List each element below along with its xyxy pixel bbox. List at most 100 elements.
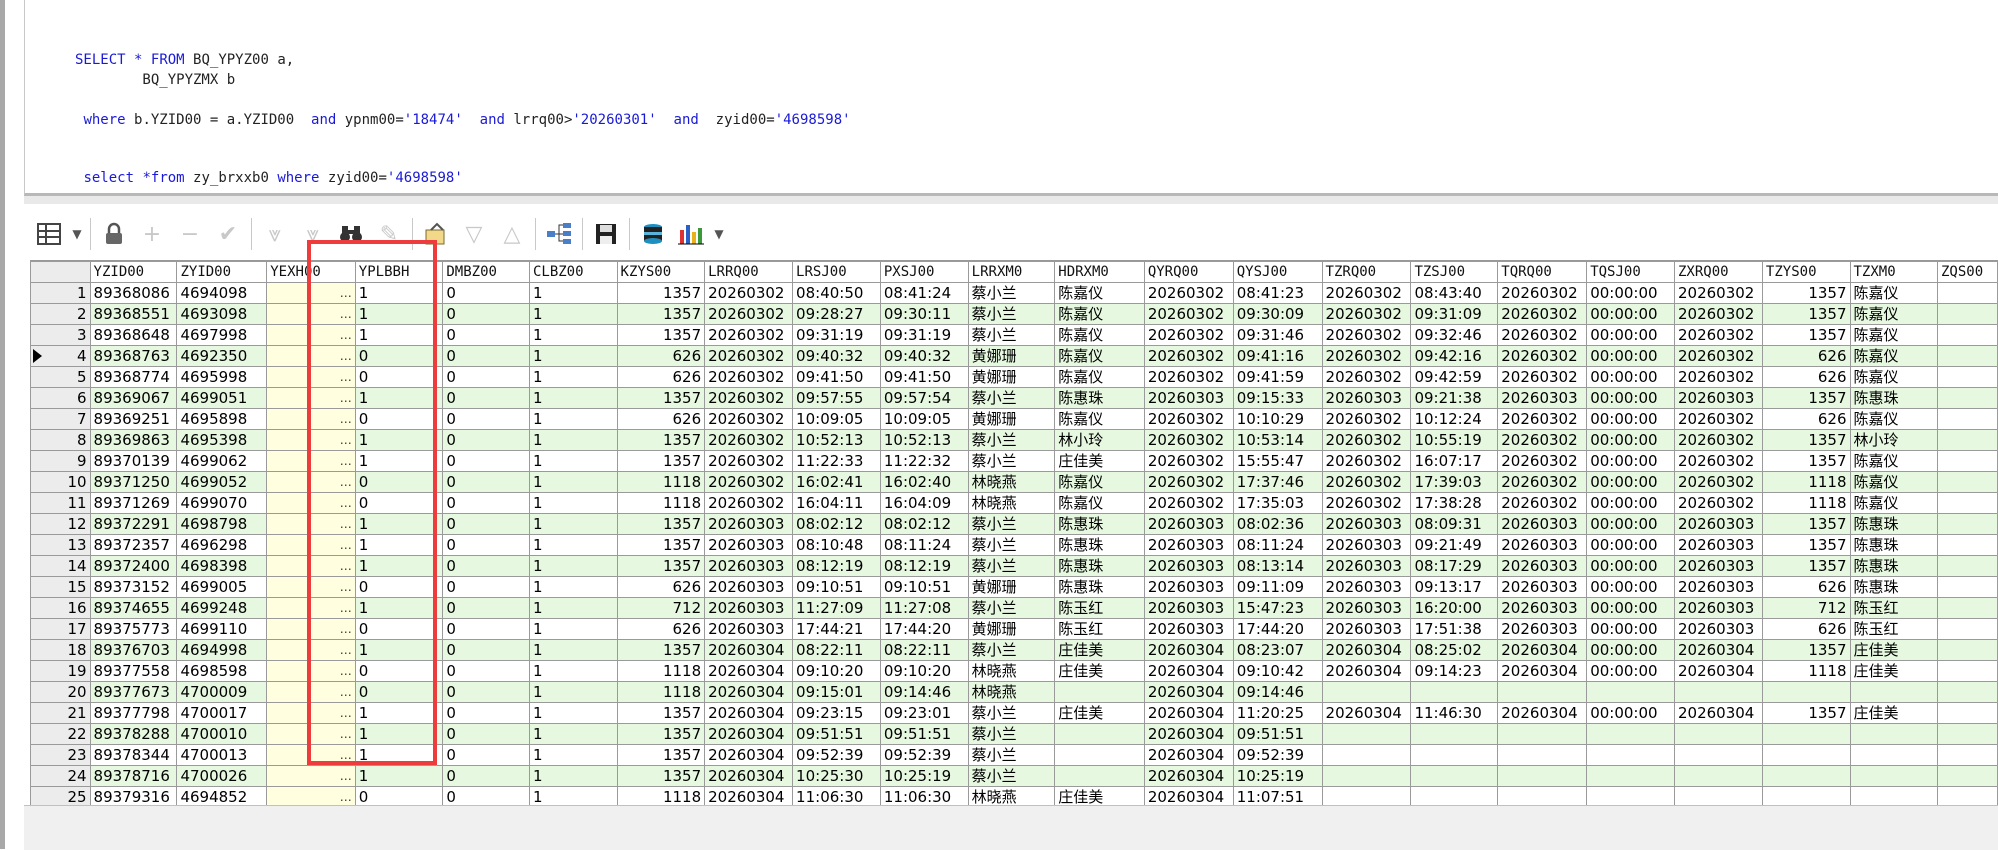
- table-cell[interactable]: 20260303: [704, 555, 794, 577]
- table-cell[interactable]: [1497, 744, 1588, 766]
- table-cell[interactable]: 626: [1761, 345, 1851, 367]
- column-header[interactable]: TZSJ00: [1410, 261, 1499, 283]
- table-cell[interactable]: 0: [442, 765, 530, 787]
- table-cell[interactable]: 20260304: [1497, 660, 1588, 682]
- table-cell[interactable]: [1849, 786, 1938, 806]
- table-cell[interactable]: 20260303: [1321, 597, 1412, 619]
- table-cell[interactable]: 陈嘉仪: [1054, 345, 1145, 367]
- table-cell[interactable]: 11:06:30: [879, 786, 969, 806]
- table-cell[interactable]: 20260302: [704, 450, 794, 472]
- table-cell[interactable]: 1: [528, 576, 618, 598]
- column-header[interactable]: TZXM0: [1849, 261, 1938, 283]
- row-number[interactable]: 20: [30, 681, 91, 703]
- table-cell[interactable]: 0: [442, 429, 530, 451]
- table-cell[interactable]: 4699110: [176, 618, 268, 640]
- table-cell[interactable]: 89372400: [89, 555, 178, 577]
- table-cell[interactable]: 09:57:54: [879, 387, 969, 409]
- column-header[interactable]: KZYS00: [616, 261, 706, 283]
- table-cell[interactable]: 陈嘉仪: [1849, 408, 1938, 430]
- table-cell[interactable]: 20260304: [1143, 681, 1234, 703]
- table-cell[interactable]: 20260303: [1321, 534, 1412, 556]
- row-number[interactable]: 4: [30, 345, 91, 367]
- table-cell[interactable]: 20260304: [704, 702, 794, 724]
- table-cell[interactable]: 陈惠珠: [1054, 555, 1145, 577]
- table-cell[interactable]: 1357: [1761, 513, 1851, 535]
- table-cell[interactable]: 20260303: [704, 576, 794, 598]
- table-cell[interactable]: 林晓燕: [967, 471, 1056, 493]
- table-cell[interactable]: 20260302: [1143, 429, 1234, 451]
- table-cell[interactable]: 89377558: [89, 660, 178, 682]
- table-cell[interactable]: 庄佳美: [1054, 450, 1145, 472]
- table-cell[interactable]: 1: [528, 408, 618, 430]
- table-cell[interactable]: 20260304: [704, 639, 794, 661]
- table-cell[interactable]: 00:00:00: [1586, 408, 1675, 430]
- table-row[interactable]: 12 89372291 4698798… 1 0 1 1357 20260303 08:02:1…: [30, 513, 1998, 535]
- table-cell[interactable]: 0: [442, 744, 530, 766]
- table-cell[interactable]: 林晓燕: [967, 660, 1056, 682]
- table-row[interactable]: 4 89368763 4692350… 0 0 1 626 20260302 09:40:32 0…: [30, 345, 1998, 367]
- table-cell[interactable]: 1357: [616, 429, 706, 451]
- row-number[interactable]: 24: [30, 765, 91, 787]
- table-cell[interactable]: 1: [354, 702, 444, 724]
- table-cell[interactable]: 4698398: [176, 555, 268, 577]
- table-cell[interactable]: 89377798: [89, 702, 178, 724]
- table-cell[interactable]: 20260304: [704, 660, 794, 682]
- table-cell[interactable]: 20260302: [704, 387, 794, 409]
- table-row[interactable]: 11 89371269 4699070… 0 0 1 1118 20260302 16:04:1…: [30, 492, 1998, 514]
- table-cell[interactable]: 20260303: [1143, 618, 1234, 640]
- table-cell[interactable]: 20260304: [1143, 660, 1234, 682]
- table-cell[interactable]: 0: [442, 324, 530, 346]
- table-cell[interactable]: 89368648: [89, 324, 178, 346]
- table-cell[interactable]: 20260302: [1143, 492, 1234, 514]
- table-cell[interactable]: 陈嘉仪: [1849, 450, 1938, 472]
- table-cell[interactable]: 09:10:51: [879, 576, 969, 598]
- save-icon[interactable]: [587, 216, 625, 252]
- table-cell[interactable]: 庄佳美: [1849, 702, 1938, 724]
- table-cell[interactable]: 1: [528, 681, 618, 703]
- table-cell[interactable]: 1: [528, 618, 618, 640]
- table-cell[interactable]: 20260303: [704, 534, 794, 556]
- table-cell[interactable]: [1937, 324, 1998, 346]
- table-cell[interactable]: [1937, 513, 1998, 535]
- table-cell[interactable]: 10:12:24: [1410, 408, 1499, 430]
- ellipsis-cell[interactable]: …: [266, 513, 356, 535]
- table-cell[interactable]: 20260303: [1497, 555, 1588, 577]
- table-cell[interactable]: 0: [442, 303, 530, 325]
- table-cell[interactable]: [1674, 786, 1763, 806]
- table-cell[interactable]: 蔡小兰: [967, 723, 1056, 745]
- table-cell[interactable]: 09:42:59: [1410, 366, 1499, 388]
- table-cell[interactable]: 陈嘉仪: [1054, 366, 1145, 388]
- table-cell[interactable]: 00:00:00: [1586, 576, 1675, 598]
- table-cell[interactable]: 1: [354, 387, 444, 409]
- row-number[interactable]: 5: [30, 366, 91, 388]
- table-cell[interactable]: 09:41:50: [879, 366, 969, 388]
- table-cell[interactable]: [1937, 387, 1998, 409]
- table-cell[interactable]: 00:00:00: [1586, 492, 1675, 514]
- corner-cell[interactable]: [30, 261, 91, 283]
- table-cell[interactable]: 20260304: [704, 765, 794, 787]
- table-cell[interactable]: 89368774: [89, 366, 178, 388]
- table-cell[interactable]: 20260302: [1674, 282, 1763, 304]
- table-cell[interactable]: 4700013: [176, 744, 268, 766]
- table-cell[interactable]: 1357: [616, 324, 706, 346]
- table-cell[interactable]: 08:11:24: [879, 534, 969, 556]
- table-row[interactable]: 18 89376703 4694998… 1 0 1 1357 20260304 08:22:1…: [30, 639, 1998, 661]
- row-number[interactable]: 12: [30, 513, 91, 535]
- table-cell[interactable]: [1410, 744, 1499, 766]
- table-cell[interactable]: 17:38:28: [1410, 492, 1499, 514]
- table-cell[interactable]: 09:10:42: [1232, 660, 1323, 682]
- table-cell[interactable]: 00:00:00: [1586, 345, 1675, 367]
- table-cell[interactable]: [1937, 765, 1998, 787]
- table-cell[interactable]: 1: [354, 303, 444, 325]
- table-cell[interactable]: 09:31:19: [879, 324, 969, 346]
- table-cell[interactable]: 1357: [616, 282, 706, 304]
- table-cell[interactable]: 4692350: [176, 345, 268, 367]
- ellipsis-cell[interactable]: …: [266, 618, 356, 640]
- table-cell[interactable]: 0: [354, 366, 444, 388]
- column-header[interactable]: QYSJ00: [1232, 261, 1323, 283]
- row-number[interactable]: 2: [30, 303, 91, 325]
- table-row[interactable]: 9 89370139 4699062… 1 0 1 1357 20260302 11:22:33…: [30, 450, 1998, 472]
- ellipsis-cell[interactable]: …: [266, 324, 356, 346]
- table-cell[interactable]: 09:11:09: [1232, 576, 1323, 598]
- table-cell[interactable]: 08:09:31: [1410, 513, 1499, 535]
